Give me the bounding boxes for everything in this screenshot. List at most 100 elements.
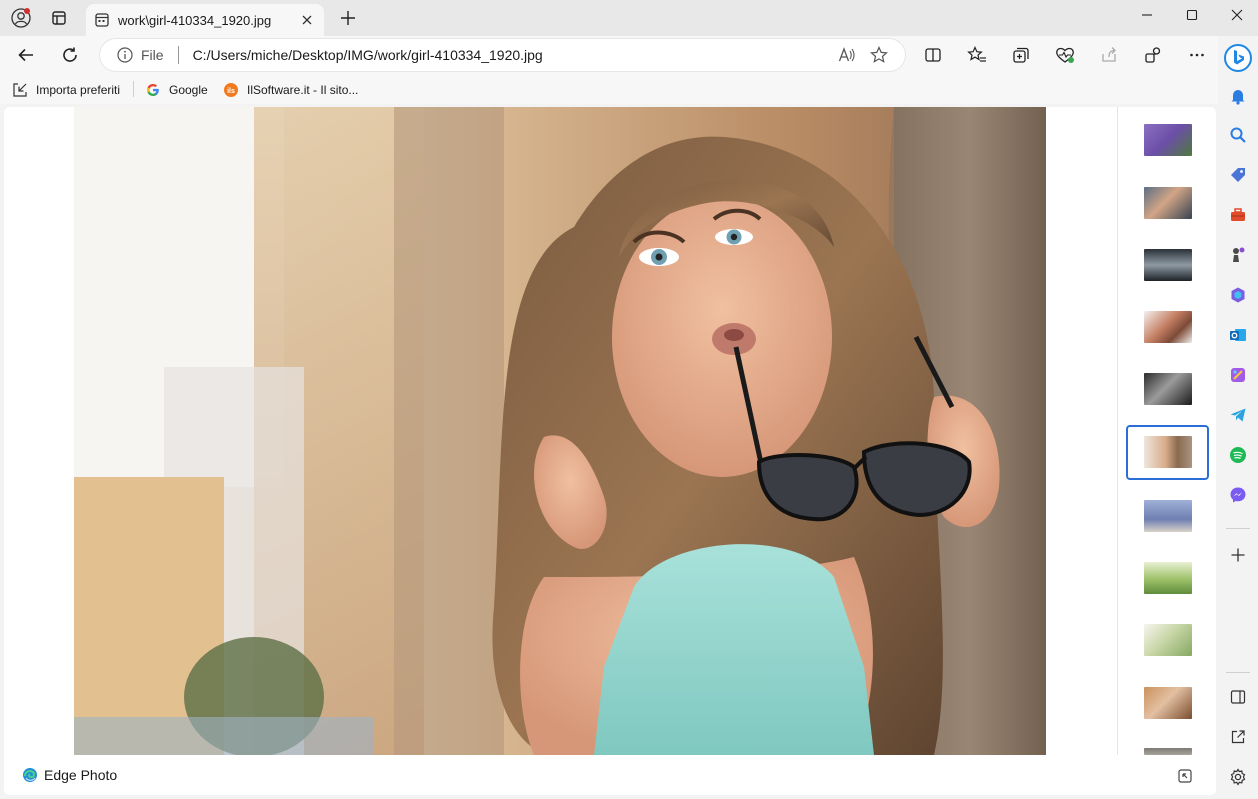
favorites-bar: Importa preferiti Google ils IlSoftware.… [0,74,1258,104]
shopping-button[interactable] [1228,165,1248,185]
plus-icon [341,11,355,25]
sidebar-panel-icon [1230,690,1246,704]
arrow-left-icon [18,48,33,62]
thumbnail-strip-divider [1117,107,1118,755]
address-bar[interactable]: File C:/Users/miche/Desktop/IMG/work/gir… [100,39,905,71]
split-screen-icon [925,48,941,62]
thumbnail-8[interactable] [1144,562,1192,594]
profile-button[interactable] [6,4,36,32]
edge-sidebar [1218,36,1258,799]
hide-sidebar-button[interactable] [1228,687,1248,707]
tab-actions-button[interactable] [44,4,74,32]
new-tab-button[interactable] [333,4,363,32]
thumbnail-1[interactable] [1144,124,1192,156]
profile-icon [11,8,31,28]
settings-button[interactable] [1228,767,1248,787]
refresh-button[interactable] [54,39,86,71]
thumbnail-selected-frame [1126,425,1209,480]
expand-icon [1178,769,1192,783]
plus-icon [1231,548,1245,562]
notifications-button[interactable] [1228,86,1248,106]
close-icon [1231,9,1243,21]
thumbnail-2[interactable] [1144,187,1192,219]
chess-piece-icon [1233,247,1245,262]
outlook-button[interactable] [1228,325,1248,345]
refresh-icon [63,47,77,62]
share-button[interactable] [1093,39,1125,71]
thumbnail-4[interactable] [1144,311,1192,343]
sidebar-divider [1226,672,1250,673]
outlook-icon [1230,329,1246,341]
window-close-button[interactable] [1215,0,1258,30]
read-aloud-icon[interactable] [831,41,863,69]
favorite-label: IlSoftware.it - Il sito... [247,83,359,97]
games-button[interactable] [1228,245,1248,265]
sidebar-divider [1226,528,1250,529]
navigation-bar: File C:/Users/miche/Desktop/IMG/work/gir… [0,36,1258,74]
designer-button[interactable] [1228,365,1248,385]
messenger-icon [1230,487,1246,503]
thumbnail-9[interactable] [1144,624,1192,656]
more-options-button[interactable] [1181,39,1213,71]
google-logo-icon [145,82,161,98]
thumbnail-7[interactable] [1144,500,1192,532]
more-icon [1190,53,1204,57]
maximize-button[interactable] [1170,0,1214,30]
thumbnail-5[interactable] [1144,373,1192,405]
add-app-button[interactable] [1228,545,1248,565]
back-button[interactable] [10,39,42,71]
info-icon[interactable] [116,46,134,64]
tab-close-button[interactable] [298,11,316,29]
messenger-button[interactable] [1228,485,1248,505]
favorite-import[interactable]: Importa preferiti [12,80,120,100]
svg-text:ils: ils [227,88,235,95]
bell-icon [1231,90,1245,105]
thumbnail-3[interactable] [1144,249,1192,281]
address-divider [177,46,179,64]
search-icon [1230,127,1246,143]
split-screen-button[interactable] [917,39,949,71]
spotify-icon [1230,447,1246,463]
tab-active[interactable]: work\girl-410334_1920.jpg [86,4,324,36]
photo-image [74,107,1046,755]
open-external-button[interactable] [1228,727,1248,747]
tools-button[interactable] [1228,205,1248,225]
url-text[interactable]: C:/Users/miche/Desktop/IMG/work/girl-410… [193,47,831,63]
maximize-icon [1186,9,1198,21]
expand-button[interactable] [1176,767,1194,785]
microsoft-365-button[interactable] [1228,285,1248,305]
bing-copilot-button[interactable] [1222,42,1254,74]
close-icon [302,15,312,25]
favorite-label: Google [169,83,208,97]
app-name: Edge Photo [44,767,118,783]
minimize-button[interactable] [1125,0,1169,30]
telegram-button[interactable] [1228,405,1248,425]
page-icon [94,12,110,28]
favorites-button[interactable] [961,39,993,71]
microsoft-365-icon [1231,287,1245,303]
app-label: Edge Photo [22,767,117,783]
favorites-divider [133,81,134,97]
collections-button[interactable] [1005,39,1037,71]
browser-essentials-button[interactable] [1049,39,1081,71]
designer-icon [1231,368,1245,382]
thumbnail-10[interactable] [1144,687,1192,719]
star-icon[interactable] [863,41,895,69]
favorite-google[interactable]: Google [145,80,208,100]
url-scheme: File [141,47,164,63]
collections-icon [1013,47,1029,63]
heart-pulse-icon [1056,47,1074,63]
favorite-label: Importa preferiti [36,83,121,97]
photo-viewer: Edge Photo [4,107,1216,795]
thumbnail-11[interactable] [1144,748,1192,755]
favorite-ilsoftware[interactable]: ils IlSoftware.it - Il sito... [223,80,358,100]
import-icon [12,82,28,98]
search-button[interactable] [1228,125,1248,145]
spotify-button[interactable] [1228,445,1248,465]
tab-title: work\girl-410334_1920.jpg [118,12,272,28]
extensions-button[interactable] [1137,39,1169,71]
tag-icon [1231,168,1245,182]
main-photo[interactable] [74,107,1046,755]
title-bar: work\girl-410334_1920.jpg [0,0,1258,36]
external-link-icon [1231,730,1245,744]
